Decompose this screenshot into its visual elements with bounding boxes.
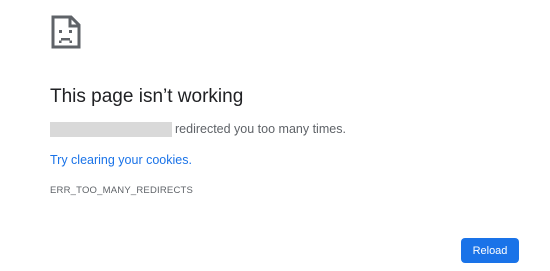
error-message: redirected you too many times. xyxy=(50,121,346,137)
clear-cookies-link[interactable]: Try clearing your cookies. xyxy=(50,153,192,167)
page-title: This page isn’t working xyxy=(50,86,244,107)
sad-page-icon xyxy=(51,15,81,49)
redacted-hostname xyxy=(50,121,172,137)
reload-button[interactable]: Reload xyxy=(461,238,519,263)
error-message-text: redirected you too many times. xyxy=(175,122,346,136)
error-code: ERR_TOO_MANY_REDIRECTS xyxy=(50,185,194,196)
error-page: This page isn’t working redirected you t… xyxy=(0,0,550,271)
